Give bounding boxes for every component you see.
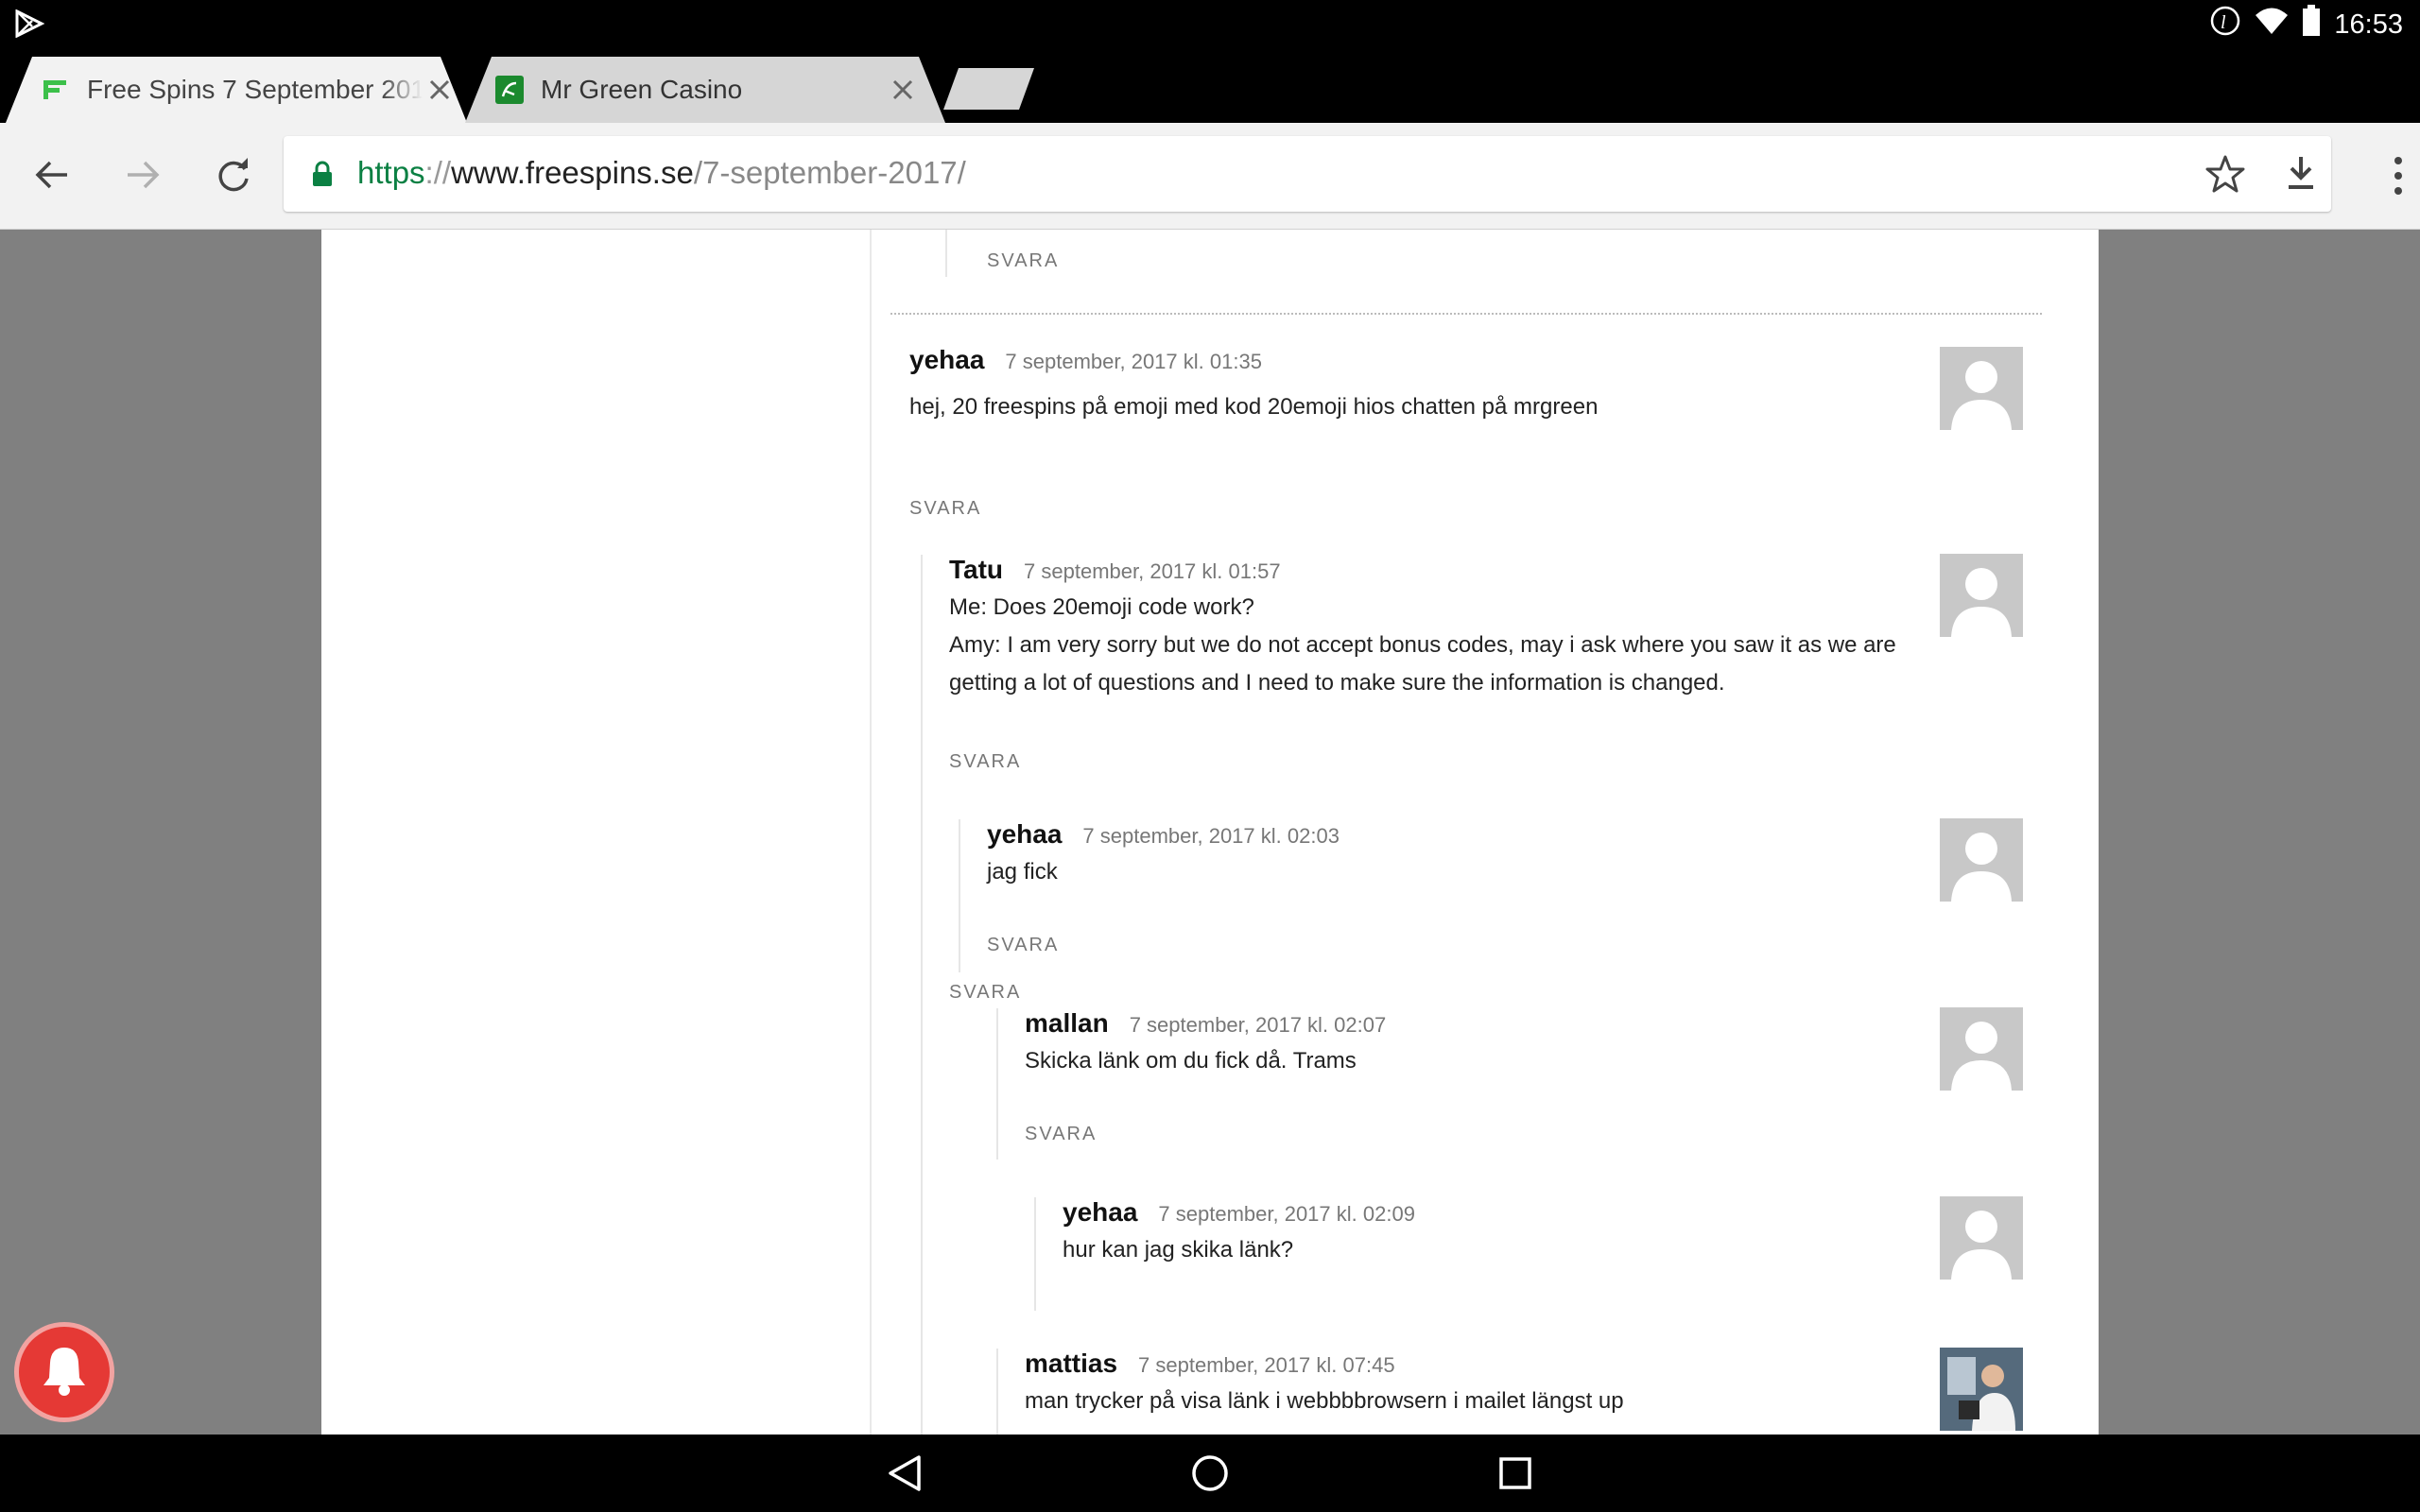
download-icon[interactable] — [2280, 153, 2322, 199]
comment-text: getting a lot of questions and I need to… — [949, 670, 1725, 696]
svg-text:l: l — [2221, 12, 2226, 33]
tab-title: Mr Green Casino — [541, 75, 743, 104]
comment: yehaa 7 september, 2017 kl. 01:35 hej, 20… — [909, 345, 1855, 519]
column-divider — [870, 230, 872, 1435]
avatar — [1940, 1007, 2023, 1091]
reply-link[interactable]: SVARA — [949, 751, 1021, 773]
avatar — [1940, 554, 2023, 637]
thread-line — [996, 1349, 998, 1435]
thread-line — [1034, 1197, 1036, 1311]
tab-mr-green[interactable]: Mr Green Casino — [459, 57, 951, 123]
comment: yehaa 7 september, 2017 kl. 02:09 hur kan… — [1034, 1197, 1932, 1311]
reply-link[interactable]: SVARA — [987, 935, 1059, 956]
comment-author[interactable]: mattias — [1025, 1349, 1117, 1378]
comment-text: man trycker på visa länk i webbbbrowsern… — [1025, 1388, 1624, 1414]
comment-text: hur kan jag skika länk? — [1063, 1237, 1294, 1263]
avatar-photo — [1940, 1348, 2023, 1431]
thread-line — [921, 555, 923, 1435]
comment-date[interactable]: 7 september, 2017 kl. 07:45 — [1138, 1353, 1395, 1377]
battery-icon — [2302, 5, 2321, 44]
address-bar[interactable]: https://www.freespins.se/7-september-201… — [284, 136, 2331, 212]
comment-date[interactable]: 7 september, 2017 kl. 02:09 — [1158, 1202, 1415, 1226]
thread-line — [996, 1008, 998, 1160]
system-recents-icon[interactable] — [1494, 1452, 1537, 1495]
comment-date[interactable]: 7 september, 2017 kl. 01:35 — [1005, 350, 1262, 373]
comment-author[interactable]: Tatu — [949, 555, 1003, 584]
forward-button[interactable] — [119, 151, 166, 198]
status-bar: l 16:53 — [0, 0, 2420, 47]
reply-link[interactable]: SVARA — [909, 498, 981, 520]
tab-strip: Free Spins 7 September 2017 Mr Green Cas… — [0, 47, 2420, 123]
wifi-icon — [2255, 7, 2289, 43]
notification-bell-button[interactable] — [19, 1327, 110, 1418]
comment-text: Amy: I am very sorry but we do not accep… — [949, 632, 1896, 658]
comment-author[interactable]: mallan — [1025, 1008, 1109, 1038]
lock-icon — [312, 161, 333, 192]
reload-button[interactable] — [210, 151, 257, 198]
comment-separator — [890, 313, 2042, 315]
tab-free-spins[interactable]: Free Spins 7 September 2017 — [0, 57, 473, 123]
comment: Tatu 7 september, 2017 kl. 01:57 Me: Does… — [921, 555, 1913, 1435]
comment-date[interactable]: 7 september, 2017 kl. 02:03 — [1082, 824, 1340, 848]
reply-link[interactable]: SVARA — [987, 250, 1059, 272]
avatar — [1940, 1196, 2023, 1280]
lyft-icon: l — [2209, 5, 2241, 44]
clock: 16:53 — [2334, 9, 2403, 40]
avatar — [1940, 818, 2023, 902]
close-tab-icon[interactable] — [425, 76, 454, 104]
new-tab-button[interactable] — [942, 68, 1036, 110]
reply-link[interactable]: SVARA — [1025, 1124, 1097, 1145]
thread-line — [945, 230, 947, 277]
comment-text: jag fick — [987, 859, 1058, 885]
close-tab-icon[interactable] — [889, 76, 917, 104]
back-button[interactable] — [28, 151, 76, 198]
comment: mattias 7 september, 2017 kl. 07:45 man t… — [996, 1349, 1932, 1435]
system-home-icon[interactable] — [1188, 1452, 1232, 1495]
comment-date[interactable]: 7 september, 2017 kl. 02:07 — [1130, 1013, 1387, 1037]
bell-icon — [40, 1344, 89, 1401]
system-back-icon[interactable] — [883, 1452, 926, 1495]
reply-link[interactable]: SVARA — [949, 982, 1021, 1004]
thread-line — [959, 819, 960, 972]
play-store-icon — [15, 9, 45, 43]
comment-author[interactable]: yehaa — [909, 345, 984, 374]
tab-title: Free Spins 7 September 2017 — [87, 75, 423, 104]
freespins-favicon — [43, 77, 68, 102]
comment-author[interactable]: yehaa — [987, 819, 1062, 849]
url-text: https://www.freespins.se/7-september-201… — [357, 155, 966, 190]
comment: mallan 7 september, 2017 kl. 02:07 Skicka… — [996, 1008, 1932, 1160]
browser-toolbar: https://www.freespins.se/7-september-201… — [0, 123, 2420, 230]
bookmark-star-icon[interactable] — [2204, 153, 2246, 199]
system-nav-bar — [0, 1435, 2420, 1512]
comment-text: hej, 20 freespins på emoji med kod 20emo… — [909, 394, 1599, 420]
comment-text: Skicka länk om du fick då. Trams — [1025, 1048, 1357, 1074]
mrgreen-favicon — [495, 76, 524, 104]
web-page: SVARA yehaa 7 september, 2017 kl. 01:35 h… — [321, 230, 2099, 1435]
comment-text: Me: Does 20emoji code work? — [949, 594, 1254, 620]
comment: yehaa 7 september, 2017 kl. 02:03 jag fic… — [959, 819, 1932, 972]
comment-author[interactable]: yehaa — [1063, 1197, 1137, 1227]
avatar — [1940, 347, 2023, 430]
overflow-menu-icon[interactable] — [2392, 155, 2405, 201]
comment-date[interactable]: 7 september, 2017 kl. 01:57 — [1024, 559, 1281, 583]
